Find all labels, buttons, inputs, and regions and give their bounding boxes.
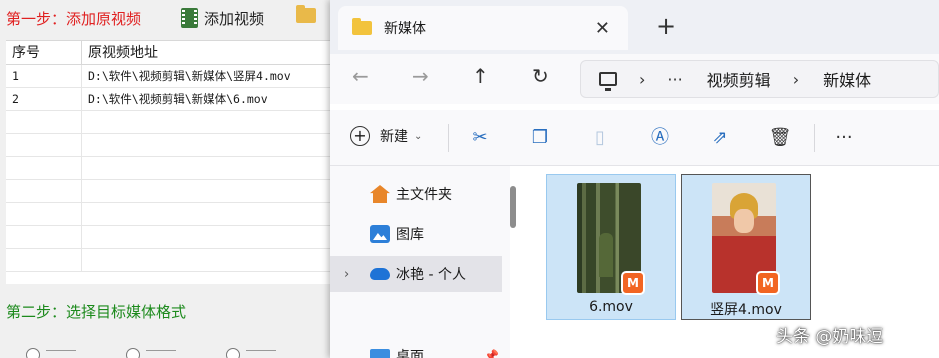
add-video-button[interactable]: 添加视频 xyxy=(181,6,264,30)
folder-icon xyxy=(296,5,316,23)
close-tab-icon[interactable]: ✕ xyxy=(595,18,610,39)
title-bar: 新媒体 ✕ + xyxy=(330,0,939,54)
pin-icon: 📌 xyxy=(484,349,499,358)
video-file-icon: M xyxy=(756,271,780,295)
step1-title: 第一步：添加原视频 xyxy=(6,10,142,28)
nav-item-label: 图库 xyxy=(396,227,424,243)
row-path: D:\软件\视频剪辑\新媒体\6.mov xyxy=(88,92,268,106)
video-file-icon: M xyxy=(621,271,645,295)
table-header: 序号 原视频地址 xyxy=(6,41,330,65)
new-button[interactable]: + 新建 ⌄ xyxy=(350,126,422,146)
navigation-bar: ← → ↑ ↻ › ··· 视频剪辑 › 新媒体 xyxy=(330,54,939,104)
command-bar: + 新建 ⌄ ✂ ❐ ▯ Ⓐ ⇗ 🗑 ··· xyxy=(330,110,939,166)
back-icon[interactable]: ← xyxy=(352,66,369,86)
column-header-path: 原视频地址 xyxy=(88,45,158,61)
step2-title: 第二步：选择目标媒体格式 xyxy=(6,303,187,321)
up-icon[interactable]: ↑ xyxy=(472,66,489,86)
plus-icon: + xyxy=(350,126,370,146)
format-radio[interactable] xyxy=(226,348,240,358)
nav-item-desktop[interactable]: 桌面 📌 xyxy=(330,338,502,358)
format-radio[interactable] xyxy=(26,348,40,358)
share-icon[interactable]: ⇗ xyxy=(708,126,732,150)
folder-icon xyxy=(352,18,372,35)
home-icon xyxy=(370,185,390,203)
table-row-empty xyxy=(6,111,330,134)
format-radio-label xyxy=(46,350,76,358)
nav-item-label: 主文件夹 xyxy=(396,187,452,203)
navigation-pane: 主文件夹 图库 › 冰艳 - 个人 桌面 📌 xyxy=(330,166,510,358)
table-row-empty xyxy=(6,157,330,180)
file-explorer-window: 新媒体 ✕ + ← → ↑ ↻ › ··· 视频剪辑 › 新媒体 + 新建 ⌄ … xyxy=(330,0,939,358)
breadcrumb-item[interactable]: 新媒体 xyxy=(823,67,871,91)
delete-icon[interactable]: 🗑 xyxy=(768,126,792,150)
file-item[interactable]: M 6.mov xyxy=(546,174,676,320)
nav-item-home[interactable]: 主文件夹 xyxy=(330,176,502,212)
refresh-icon[interactable]: ↻ xyxy=(532,66,549,86)
address-bar[interactable]: › ··· 视频剪辑 › 新媒体 xyxy=(580,60,939,98)
add-folder-button[interactable] xyxy=(296,5,316,24)
this-pc-icon xyxy=(599,72,617,91)
table-row[interactable]: 2 D:\软件\视频剪辑\新媒体\6.mov xyxy=(6,88,330,111)
tab-title: 新媒体 xyxy=(384,21,426,37)
table-row-empty xyxy=(6,203,330,226)
chevron-down-icon: ⌄ xyxy=(414,130,423,142)
chevron-right-icon[interactable]: › xyxy=(793,70,799,89)
row-path: D:\软件\视频剪辑\新媒体\竖屏4.mov xyxy=(88,69,291,83)
divider xyxy=(448,124,449,152)
format-radio[interactable] xyxy=(126,348,140,358)
rename-icon[interactable]: Ⓐ xyxy=(648,126,672,150)
table-row-empty xyxy=(6,180,330,203)
new-tab-icon[interactable]: + xyxy=(656,14,676,38)
nav-item-label: 冰艳 - 个人 xyxy=(396,267,466,283)
converter-window: 第一步：添加原视频 添加视频 序号 原视频地址 1 D:\软件\视频剪辑\新媒体… xyxy=(0,0,330,358)
file-name: 6.mov xyxy=(589,299,633,315)
row-index: 1 xyxy=(6,65,82,87)
format-radio-label xyxy=(146,350,176,358)
table-row[interactable]: 1 D:\软件\视频剪辑\新媒体\竖屏4.mov xyxy=(6,65,330,88)
tab-active[interactable]: 新媒体 ✕ xyxy=(338,6,628,50)
forward-icon[interactable]: → xyxy=(412,66,429,86)
nav-item-gallery[interactable]: 图库 xyxy=(330,216,502,252)
format-radio-group xyxy=(0,348,330,358)
step1-bar: 第一步：添加原视频 添加视频 xyxy=(0,0,330,38)
table-row-empty xyxy=(6,249,330,272)
table-row-empty xyxy=(6,226,330,249)
watermark: 头条 @奶味逗 xyxy=(776,327,884,347)
format-radio-label xyxy=(246,350,276,358)
add-video-label: 添加视频 xyxy=(204,9,265,28)
row-index: 2 xyxy=(6,88,82,110)
chevron-right-icon[interactable]: › xyxy=(344,267,349,282)
new-button-label: 新建 xyxy=(380,129,408,145)
table-row-empty xyxy=(6,134,330,157)
divider xyxy=(814,124,815,152)
breadcrumb-item[interactable]: 视频剪辑 xyxy=(707,67,771,91)
film-icon xyxy=(181,8,198,28)
more-locations-icon[interactable]: ··· xyxy=(667,70,682,89)
onedrive-cloud-icon xyxy=(370,268,390,280)
copy-icon[interactable]: ❐ xyxy=(528,126,552,150)
paste-icon[interactable]: ▯ xyxy=(588,126,612,150)
more-options-icon[interactable]: ··· xyxy=(832,126,856,150)
nav-item-label: 桌面 xyxy=(396,349,424,358)
column-header-index: 序号 xyxy=(6,41,82,64)
file-name: 竖屏4.mov xyxy=(710,302,782,318)
file-item[interactable]: M 竖屏4.mov xyxy=(681,174,811,320)
video-list-table: 序号 原视频地址 1 D:\软件\视频剪辑\新媒体\竖屏4.mov 2 D:\软… xyxy=(6,40,330,284)
nav-item-onedrive[interactable]: › 冰艳 - 个人 xyxy=(330,256,502,292)
gallery-icon xyxy=(370,225,390,243)
desktop-icon xyxy=(370,349,390,358)
chevron-right-icon[interactable]: › xyxy=(639,70,645,89)
cut-icon[interactable]: ✂ xyxy=(468,126,492,150)
